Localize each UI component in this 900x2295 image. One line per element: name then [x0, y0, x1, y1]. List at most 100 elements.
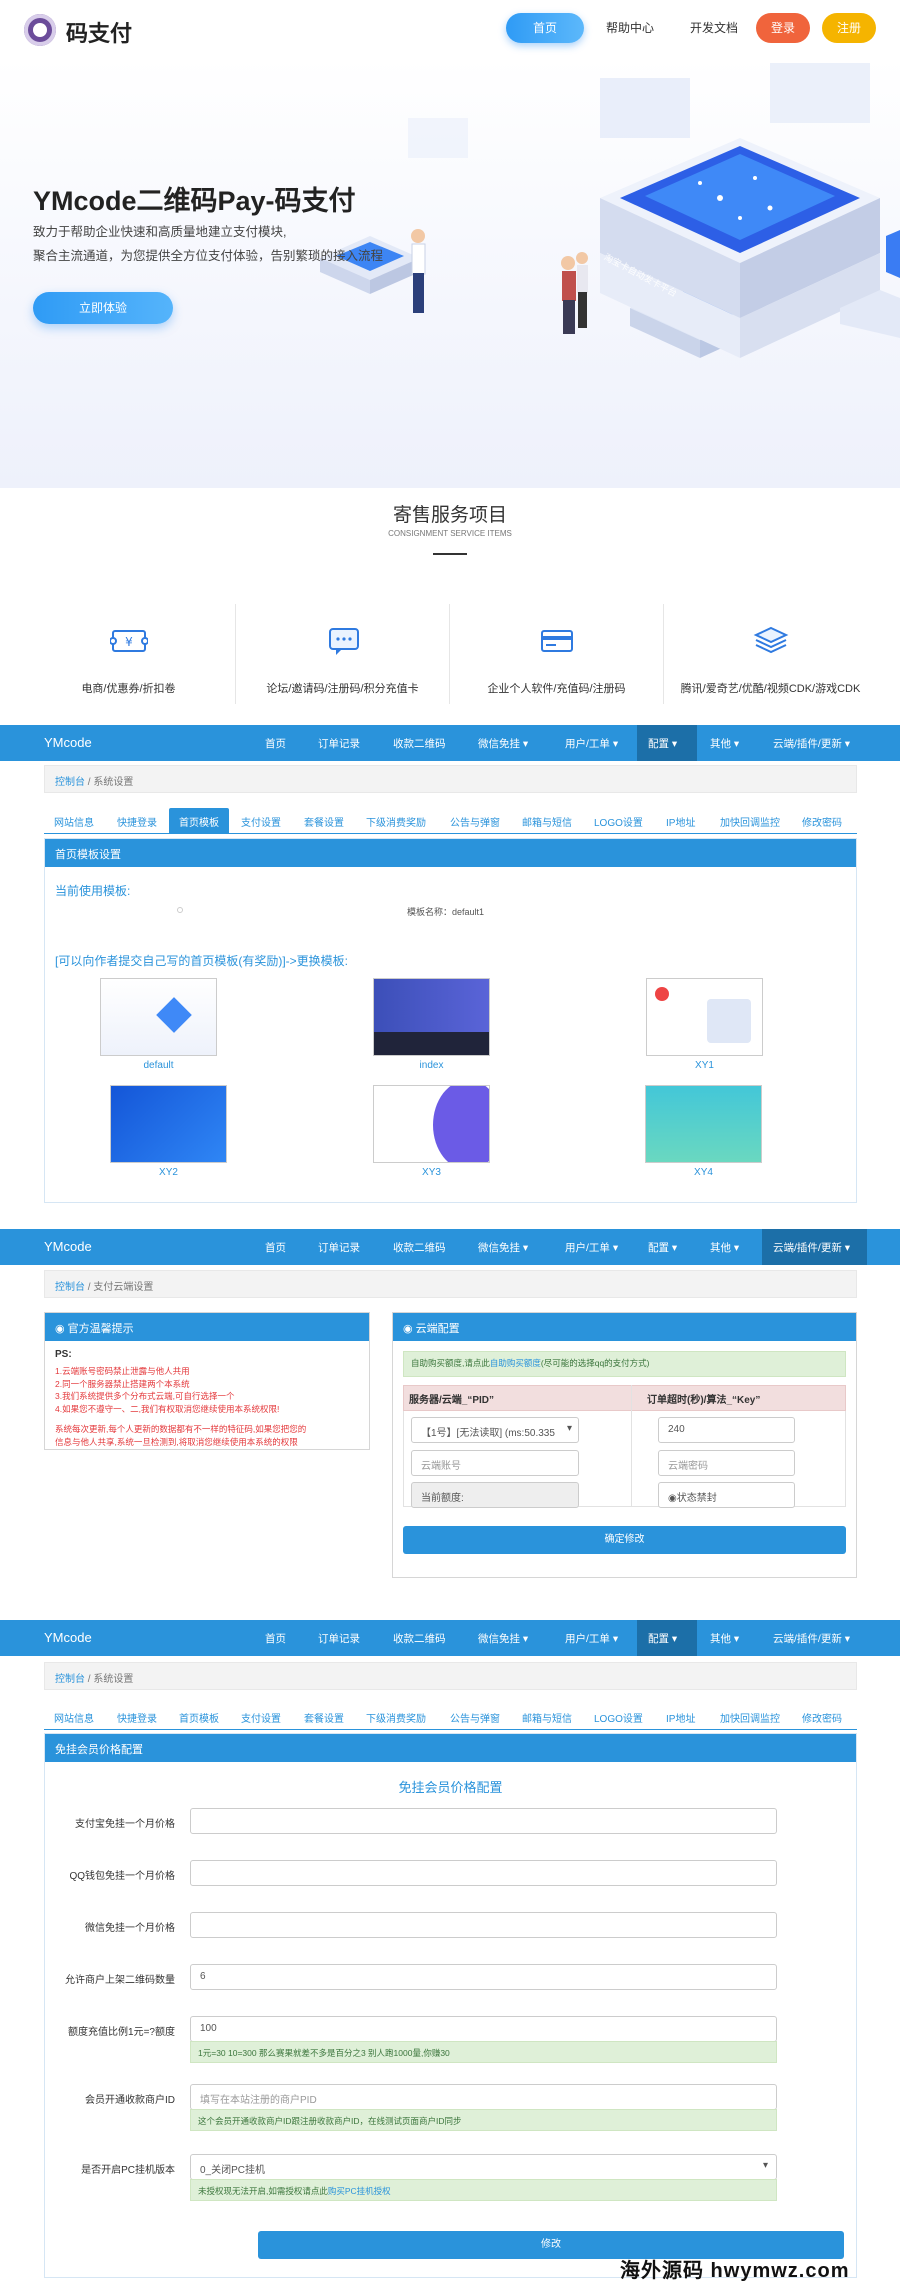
admin-nav-home[interactable]: 首页	[265, 1240, 286, 1255]
wechat-price-input[interactable]	[190, 1912, 777, 1938]
nav-docs-link[interactable]: 开发文档	[682, 13, 746, 43]
tab-ip[interactable]: IP地址	[666, 1710, 695, 1725]
buy-pc-license-link[interactable]: 购买PC挂机授权	[328, 2186, 391, 2196]
admin-nav-qrcode[interactable]: 收款二维码	[393, 1240, 446, 1255]
template-caption[interactable]: XY2	[110, 1167, 227, 1178]
site-logo-icon[interactable]	[24, 14, 56, 46]
qq-price-input[interactable]	[190, 1860, 777, 1886]
nav-home-button[interactable]: 首页	[506, 13, 584, 43]
tab-home-template[interactable]: 首页模板	[179, 1710, 219, 1725]
tab-logo[interactable]: LOGO设置	[594, 814, 643, 829]
pc-mode-select[interactable]: 0_关闭PC挂机 ▾	[190, 2154, 777, 2180]
admin-nav-config[interactable]: 配置 ▾	[648, 1631, 677, 1646]
template-caption[interactable]: default	[100, 1060, 217, 1071]
tab-payment[interactable]: 支付设置	[241, 1710, 281, 1725]
tab-password[interactable]: 修改密码	[802, 1710, 842, 1725]
tab-home-template[interactable]: 首页模板	[169, 808, 229, 834]
template-thumb-xy2[interactable]	[110, 1085, 227, 1163]
template-caption[interactable]: index	[373, 1060, 490, 1071]
admin-nav-orders[interactable]: 订单记录	[318, 736, 360, 751]
admin-nav-wechat[interactable]: 微信免挂 ▾	[478, 1240, 528, 1255]
nav-help-link[interactable]: 帮助中心	[598, 13, 662, 43]
admin-nav-qrcode[interactable]: 收款二维码	[393, 1631, 446, 1646]
admin-nav-wechat[interactable]: 微信免挂 ▾	[478, 736, 528, 751]
qrcode-limit-input[interactable]: 6	[190, 1964, 777, 1990]
admin-nav-config[interactable]: 配置 ▾	[648, 1240, 677, 1255]
isometric-platform-illustration	[320, 63, 900, 358]
admin-nav-users[interactable]: 用户/工单 ▾	[565, 1631, 618, 1646]
tab-quick-login[interactable]: 快捷登录	[117, 1710, 157, 1725]
admin-brand[interactable]: YMcode	[44, 735, 92, 750]
admin-nav-other[interactable]: 其他 ▾	[710, 1631, 739, 1646]
tab-callback[interactable]: 加快回调监控	[720, 1710, 780, 1725]
site-brand[interactable]: 码支付	[66, 16, 132, 48]
globe-icon: ◉	[403, 1323, 416, 1335]
submit-template-link[interactable]: [可以向作者提交自己写的首页模板(有奖励)]->更换模板:	[55, 952, 348, 969]
admin-nav-cloud[interactable]: 云端/插件/更新 ▾	[773, 736, 850, 751]
admin-nav-other[interactable]: 其他 ▾	[710, 1240, 739, 1255]
breadcrumb: 控制台 / 系统设置	[44, 1662, 857, 1690]
admin-nav-other[interactable]: 其他 ▾	[710, 736, 739, 751]
template-thumb-default[interactable]	[100, 978, 217, 1056]
server-select[interactable]: 【1号】[无法读取] (ms:50.335 ▾	[411, 1417, 579, 1443]
tab-ip[interactable]: IP地址	[666, 814, 695, 829]
cloud-account-input[interactable]: 云端账号	[411, 1450, 579, 1476]
service-item[interactable]: ¥ 电商/优惠券/折扣卷	[22, 620, 235, 710]
tab-logo[interactable]: LOGO设置	[594, 1710, 643, 1725]
tab-quick-login[interactable]: 快捷登录	[117, 814, 157, 829]
tab-mail-sms[interactable]: 邮箱与短信	[522, 1710, 572, 1725]
admin-nav-users[interactable]: 用户/工单 ▾	[565, 1240, 618, 1255]
notice-title: ◉ 官方温馨提示	[45, 1313, 369, 1341]
tab-password[interactable]: 修改密码	[802, 814, 842, 829]
cloud-password-input[interactable]: 云端密码	[658, 1450, 795, 1476]
template-thumb-xy1[interactable]	[646, 978, 763, 1056]
admin-nav-orders[interactable]: 订单记录	[318, 1631, 360, 1646]
timeout-input[interactable]: 240	[658, 1417, 795, 1443]
admin-nav-home[interactable]: 首页	[265, 1631, 286, 1646]
tab-packages[interactable]: 套餐设置	[304, 814, 344, 829]
tab-mail-sms[interactable]: 邮箱与短信	[522, 814, 572, 829]
login-button[interactable]: 登录	[756, 13, 810, 43]
tab-packages[interactable]: 套餐设置	[304, 1710, 344, 1725]
service-item[interactable]: 企业个人软件/充值码/注册码	[450, 620, 663, 710]
admin-nav-home[interactable]: 首页	[265, 736, 286, 751]
tab-site-info[interactable]: 网站信息	[54, 814, 94, 829]
admin-nav-orders[interactable]: 订单记录	[318, 1240, 360, 1255]
template-thumb-xy3[interactable]	[373, 1085, 490, 1163]
service-item[interactable]: 腾讯/爱奇艺/优酷/视频CDK/游戏CDK	[664, 620, 877, 710]
admin-brand[interactable]: YMcode	[44, 1630, 92, 1645]
breadcrumb-home[interactable]: 控制台	[55, 1282, 85, 1293]
admin-brand[interactable]: YMcode	[44, 1239, 92, 1254]
quota-ratio-input[interactable]: 100	[190, 2016, 777, 2042]
tab-notice[interactable]: 公告与弹窗	[450, 814, 500, 829]
admin-nav-wechat[interactable]: 微信免挂 ▾	[478, 1631, 528, 1646]
service-item[interactable]: 论坛/邀请码/注册码/积分充值卡	[236, 620, 449, 710]
merchant-pid-input[interactable]: 填写在本站注册的商户PID	[190, 2084, 777, 2110]
hero-cta-button[interactable]: 立即体验	[33, 292, 173, 324]
template-radio[interactable]	[177, 907, 183, 913]
template-caption[interactable]: XY3	[373, 1167, 490, 1178]
tab-payment[interactable]: 支付设置	[241, 814, 281, 829]
hero-desc-line2: 聚合主流通道，为您提供全方位支付体验，告别繁琐的接入流程	[33, 249, 384, 263]
template-thumb-xy4[interactable]	[645, 1085, 762, 1163]
settings-tabs: 网站信息 快捷登录 首页模板 支付设置 套餐设置 下级消费奖励 公告与弹窗 邮箱…	[44, 1706, 857, 1730]
tab-site-info[interactable]: 网站信息	[54, 1710, 94, 1725]
alipay-price-input[interactable]	[190, 1808, 777, 1834]
breadcrumb-home[interactable]: 控制台	[55, 777, 85, 788]
buy-quota-link[interactable]: 自助购买额度	[490, 1358, 541, 1368]
tab-notice[interactable]: 公告与弹窗	[450, 1710, 500, 1725]
admin-nav-cloud[interactable]: 云端/插件/更新 ▾	[773, 1240, 850, 1255]
admin-nav-config[interactable]: 配置 ▾	[648, 736, 677, 751]
template-caption[interactable]: XY1	[646, 1060, 763, 1071]
admin-nav-cloud[interactable]: 云端/插件/更新 ▾	[773, 1631, 850, 1646]
register-button[interactable]: 注册	[822, 13, 876, 43]
breadcrumb-home[interactable]: 控制台	[55, 1674, 85, 1685]
tab-rewards[interactable]: 下级消费奖励	[366, 1710, 426, 1725]
template-caption[interactable]: XY4	[645, 1167, 762, 1178]
confirm-button[interactable]: 确定修改	[403, 1526, 846, 1554]
tab-rewards[interactable]: 下级消费奖励	[366, 814, 426, 829]
admin-nav-qrcode[interactable]: 收款二维码	[393, 736, 446, 751]
tab-callback[interactable]: 加快回调监控	[720, 814, 780, 829]
template-thumb-index[interactable]	[373, 978, 490, 1056]
admin-nav-users[interactable]: 用户/工单 ▾	[565, 736, 618, 751]
